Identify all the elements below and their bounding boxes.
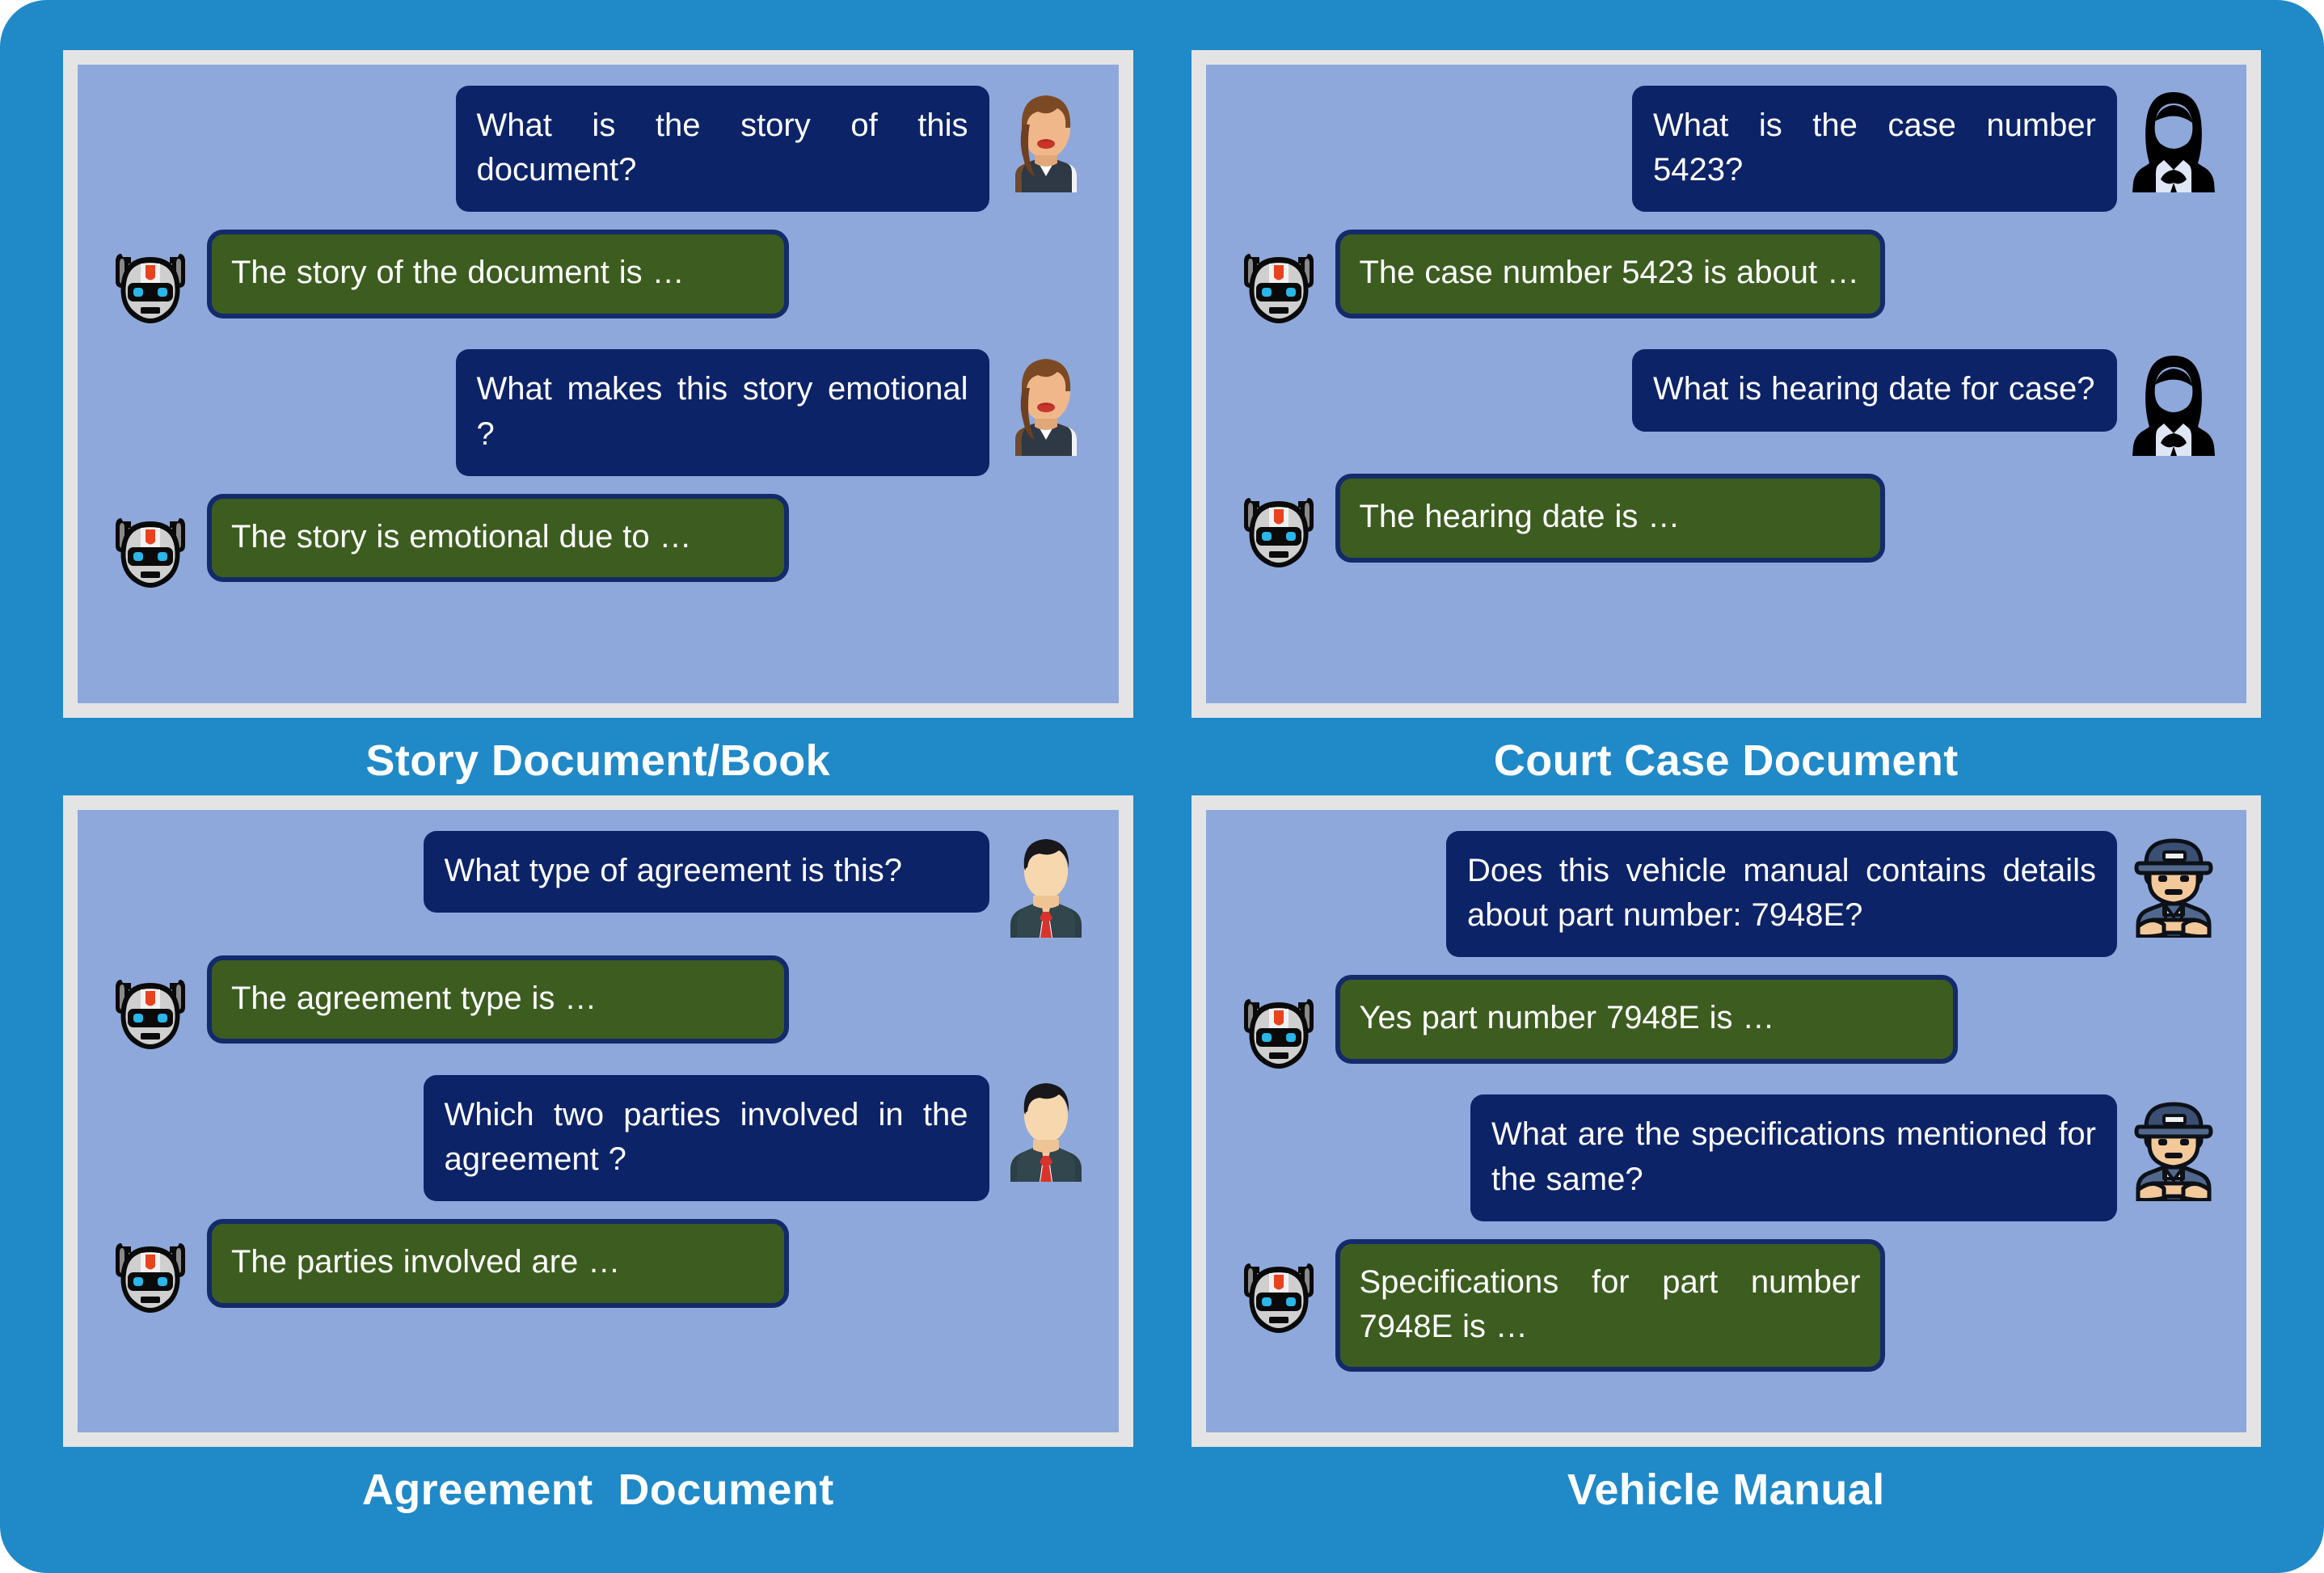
bot-message-bubble[interactable]: The case number 5423 is about … — [1335, 230, 1885, 318]
robot-avatar — [105, 1230, 196, 1322]
robot-avatar — [1233, 1250, 1324, 1341]
message-row: Specifications for part number 7948E is … — [1233, 1238, 2220, 1373]
user-message-bubble[interactable]: What is the case number 5423? — [1632, 86, 2117, 213]
bot-message-bubble[interactable]: The hearing date is … — [1335, 474, 1885, 563]
bot-message-bubble[interactable]: The story is emotional due to … — [207, 493, 789, 582]
message-row: What is hearing date for case? — [1234, 349, 2219, 457]
chat-window: What is the case number 5423? The case n… — [1205, 65, 2246, 703]
bot-message-bubble[interactable]: The story of the document is … — [207, 230, 789, 318]
message-row: Yes part number 7948E is … — [1233, 975, 2220, 1077]
mechanic-avatar — [2128, 831, 2219, 938]
businessman-avatar — [1000, 1075, 1091, 1182]
woman-avatar — [1000, 349, 1091, 457]
message-row: The parties involved are … — [105, 1219, 1091, 1322]
panel-caption: Agreement Document — [361, 1465, 834, 1514]
message-row: The hearing date is … — [1233, 474, 2220, 576]
robot-avatar — [1233, 986, 1324, 1077]
message-row: The story is emotional due to … — [105, 493, 1091, 596]
user-message-bubble[interactable]: What are the specifications mentioned fo… — [1470, 1094, 2117, 1221]
bot-message-bubble[interactable]: Yes part number 7948E is … — [1335, 975, 1958, 1064]
panel-caption: Story Document/Book — [365, 736, 831, 785]
message-row: The story of the document is … — [105, 230, 1091, 332]
bot-message-bubble[interactable]: Specifications for part number 7948E is … — [1335, 1238, 1885, 1373]
robot-avatar — [1233, 241, 1324, 332]
message-row: What is the story of this document? — [105, 86, 1091, 213]
message-row: What type of agreement is this? — [105, 831, 1091, 938]
mechanic-avatar — [2128, 1094, 2219, 1202]
message-row: Which two parties involved in the agreem… — [105, 1075, 1091, 1202]
robot-avatar — [1233, 485, 1324, 576]
chat-window: What is the story of this document? The … — [78, 65, 1119, 703]
message-row: What are the specifications mentioned fo… — [1234, 1094, 2219, 1221]
panel-frame: What is the case number 5423? The case n… — [1191, 50, 2261, 718]
robot-avatar — [105, 241, 196, 332]
panel-caption: Court Case Document — [1493, 736, 1959, 785]
message-row: What is the case number 5423? — [1234, 86, 2219, 213]
panel-court-case-document: What is the case number 5423? The case n… — [1167, 50, 2261, 795]
panel-story-document: What is the story of this document? The … — [63, 50, 1158, 795]
panel-grid: What is the story of this document? The … — [0, 0, 2324, 1573]
woman-avatar — [1000, 86, 1091, 192]
bot-message-bubble[interactable]: The agreement type is … — [207, 955, 789, 1044]
user-message-bubble[interactable]: What makes this story emotional ? — [455, 349, 989, 476]
robot-avatar — [105, 504, 196, 596]
user-message-bubble[interactable]: Does this vehicle manual contains detail… — [1446, 831, 2117, 958]
user-message-bubble[interactable]: What is the story of this document? — [455, 86, 989, 213]
panel-frame: Does this vehicle manual contains detail… — [1191, 795, 2261, 1447]
businessman-avatar — [1000, 831, 1091, 938]
panel-vehicle-manual: Does this vehicle manual contains detail… — [1167, 795, 2261, 1541]
message-row: What makes this story emotional ? — [105, 349, 1091, 476]
user-message-bubble[interactable]: Which two parties involved in the agreem… — [423, 1075, 989, 1202]
bot-message-bubble[interactable]: The parties involved are … — [207, 1219, 789, 1308]
chat-window: Does this vehicle manual contains detail… — [1205, 810, 2246, 1432]
panel-frame: What type of agreement is this? The agre… — [63, 795, 1133, 1447]
user-message-bubble[interactable]: What is hearing date for case? — [1632, 349, 2117, 432]
message-row: The case number 5423 is about … — [1233, 230, 2220, 332]
chat-window: What type of agreement is this? The agre… — [78, 810, 1119, 1432]
message-row: Does this vehicle manual contains detail… — [1234, 831, 2219, 958]
lawyer-silhouette-avatar — [2128, 349, 2219, 457]
panel-caption: Vehicle Manual — [1567, 1465, 1885, 1514]
panel-frame: What is the story of this document? The … — [63, 50, 1133, 718]
panel-agreement-document: What type of agreement is this? The agre… — [63, 795, 1158, 1541]
message-row: The agreement type is … — [105, 955, 1091, 1057]
robot-avatar — [105, 967, 196, 1057]
user-message-bubble[interactable]: What type of agreement is this? — [423, 831, 989, 913]
lawyer-silhouette-avatar — [2128, 86, 2219, 192]
